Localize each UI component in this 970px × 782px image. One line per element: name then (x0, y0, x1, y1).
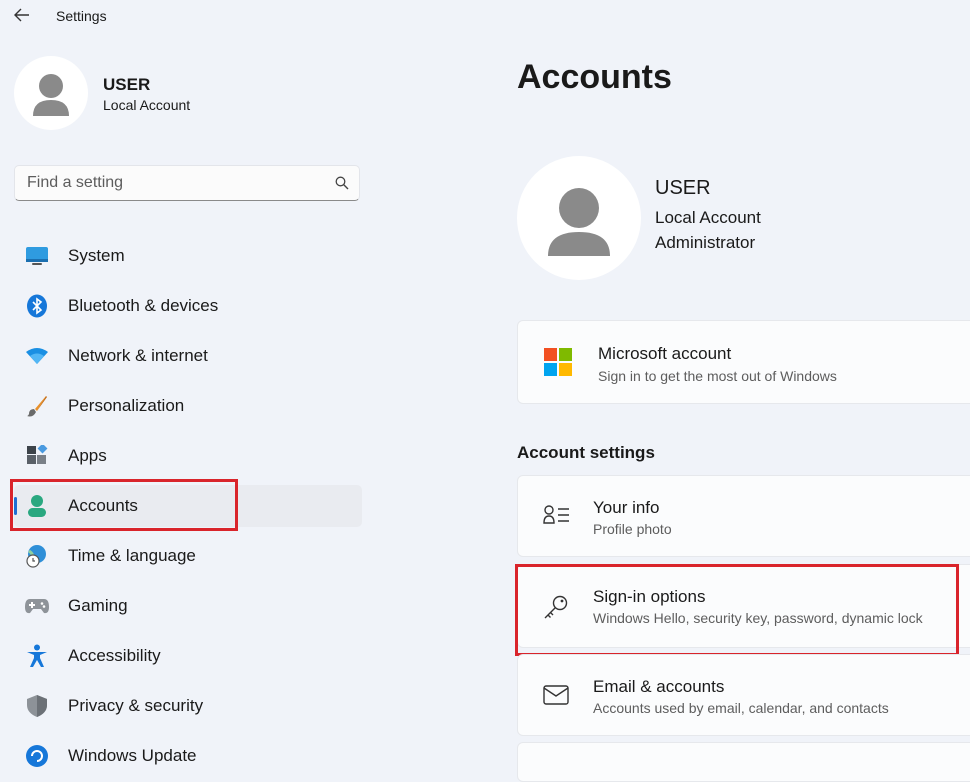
gamepad-icon (24, 593, 50, 619)
card-subtitle: Profile photo (593, 521, 672, 537)
nav-item-personalization[interactable]: Personalization (14, 385, 362, 427)
shield-icon (24, 693, 50, 719)
profile-avatar[interactable] (517, 156, 641, 280)
your-info-card[interactable]: Your info Profile photo (517, 475, 970, 557)
card-subtitle: Accounts used by email, calendar, and co… (593, 700, 889, 716)
nav-item-accounts[interactable]: Accounts (14, 485, 362, 527)
sidebar-account-type: Local Account (103, 97, 191, 113)
mail-icon (542, 683, 570, 707)
apps-icon (24, 443, 50, 469)
person-icon (24, 493, 50, 519)
sidebar-avatar[interactable] (14, 56, 88, 130)
nav-label: Apps (68, 446, 107, 465)
microsoft-logo-icon (544, 348, 572, 376)
nav-label: Windows Update (68, 746, 197, 765)
nav-label: Privacy & security (68, 696, 204, 715)
selected-indicator (14, 497, 17, 515)
email-accounts-card[interactable]: Email & accounts Accounts used by email,… (517, 654, 970, 736)
search-icon[interactable] (325, 166, 359, 200)
profile-account-type: Local Account (655, 208, 761, 227)
microsoft-account-card[interactable]: Microsoft account Sign in to get the mos… (517, 320, 970, 404)
nav-label: Personalization (68, 396, 185, 415)
card-subtitle: Windows Hello, security key, password, d… (593, 610, 923, 626)
search-input[interactable] (15, 165, 325, 201)
nav-label: Accounts (68, 496, 138, 515)
your-info-icon (542, 504, 572, 528)
update-icon (24, 743, 50, 769)
section-heading: Account settings (517, 443, 655, 462)
next-card[interactable] (517, 742, 970, 782)
nav-label: Time & language (68, 546, 196, 565)
brush-icon (24, 393, 50, 419)
nav-item-apps[interactable]: Apps (14, 435, 362, 477)
nav-item-system[interactable]: System (14, 235, 362, 277)
card-title: Email & accounts (593, 677, 725, 696)
nav-item-accessibility[interactable]: Accessibility (14, 635, 362, 677)
card-title: Sign-in options (593, 587, 706, 606)
back-arrow-icon (14, 8, 30, 27)
card-subtitle: Sign in to get the most out of Windows (598, 368, 837, 384)
search-box (14, 165, 360, 201)
sign-in-options-card[interactable]: Sign-in options Windows Hello, security … (517, 564, 970, 648)
nav-item-privacy-security[interactable]: Privacy & security (14, 685, 362, 727)
nav-label: Network & internet (68, 346, 208, 365)
nav-item-network-internet[interactable]: Network & internet (14, 335, 362, 377)
nav-item-gaming[interactable]: Gaming (14, 585, 362, 627)
bluetooth-icon (24, 293, 50, 319)
nav-label: Accessibility (68, 646, 161, 665)
system-icon (24, 243, 50, 269)
profile-role: Administrator (655, 233, 756, 252)
nav-item-windows-update[interactable]: Windows Update (14, 735, 362, 777)
globe-clock-icon (24, 543, 50, 569)
page-title: Accounts (517, 58, 672, 96)
accessibility-icon (24, 643, 50, 669)
nav-label: Bluetooth & devices (68, 296, 219, 315)
nav-item-time-language[interactable]: Time & language (14, 535, 362, 577)
profile-name: USER (655, 177, 711, 199)
key-icon (542, 593, 570, 621)
nav-item-bluetooth-devices[interactable]: Bluetooth & devices (14, 285, 362, 327)
nav-label: Gaming (68, 596, 128, 615)
card-title: Your info (593, 498, 660, 517)
card-title: Microsoft account (598, 344, 732, 363)
nav-label: System (68, 246, 125, 265)
sidebar-user-name: USER (103, 75, 151, 94)
app-title: Settings (56, 8, 107, 24)
back-button[interactable] (8, 4, 36, 30)
wifi-icon (24, 343, 50, 369)
